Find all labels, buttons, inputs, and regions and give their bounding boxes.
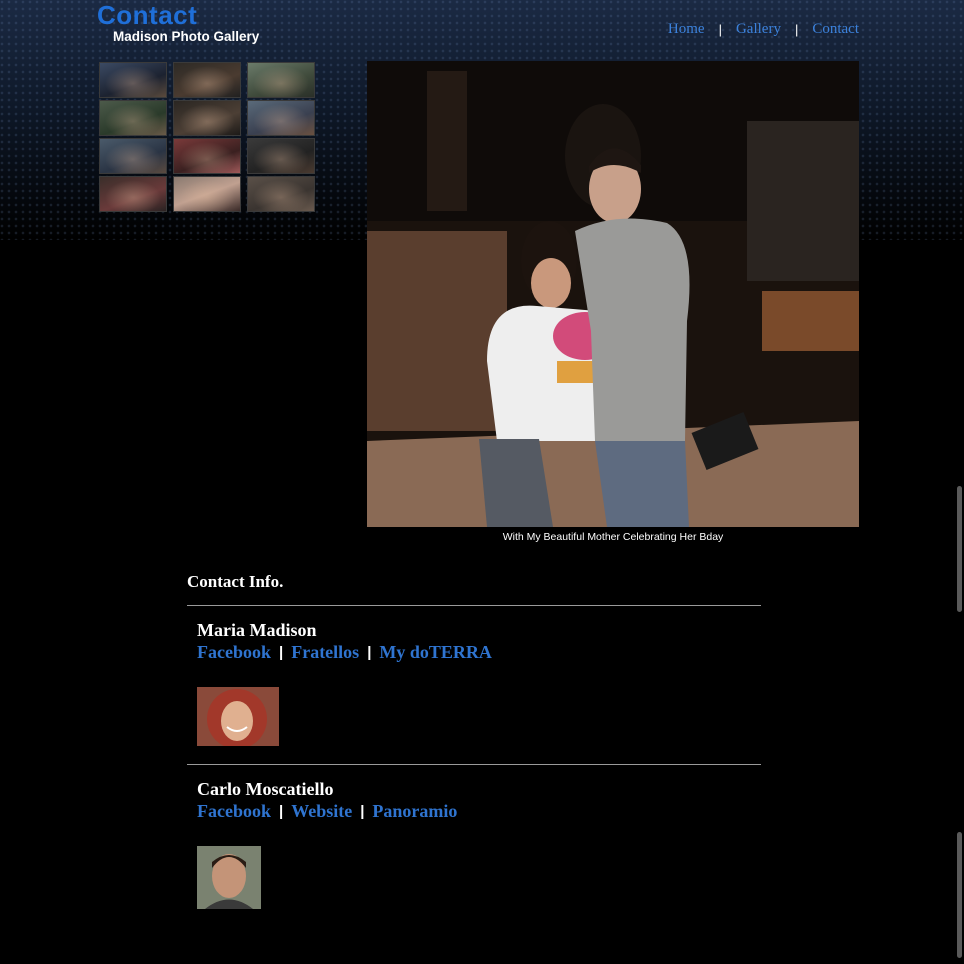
fratellos-link[interactable]: Fratellos (291, 642, 359, 663)
gallery-thumbnail[interactable] (99, 176, 167, 212)
thumbnail-grid (99, 62, 315, 214)
scrollbar-thumb[interactable] (957, 486, 962, 612)
gallery-thumbnail[interactable] (173, 176, 241, 212)
contact-links: Facebook | Website | Panoramio (197, 801, 457, 822)
gallery-thumbnail[interactable] (99, 62, 167, 98)
avatar (197, 846, 261, 909)
main-photo-illustration (367, 61, 859, 527)
gallery-thumbnail[interactable] (99, 138, 167, 174)
photo-caption: With My Beautiful Mother Celebrating Her… (502, 531, 724, 543)
link-separator: | (367, 644, 372, 661)
link-separator: | (279, 644, 284, 661)
facebook-link[interactable]: Facebook (197, 801, 271, 822)
gallery-thumbnail[interactable] (173, 100, 241, 136)
contact-links: Facebook | Fratellos | My doTERRA (197, 642, 492, 663)
website-link[interactable]: Website (291, 801, 352, 822)
gallery-thumbnail[interactable] (173, 62, 241, 98)
divider (187, 605, 761, 606)
doterra-link[interactable]: My doTERRA (379, 642, 492, 663)
avatar-photo (197, 687, 279, 746)
link-separator: | (360, 803, 365, 820)
gallery-thumbnail[interactable] (247, 62, 315, 98)
gallery-thumbnail[interactable] (247, 138, 315, 174)
nav-contact-link[interactable]: Contact (812, 21, 859, 38)
contact-name: Carlo Moscatiello (197, 779, 334, 799)
panoramio-link[interactable]: Panoramio (372, 801, 457, 822)
nav-separator: | (718, 22, 722, 37)
facebook-link[interactable]: Facebook (197, 642, 271, 663)
gallery-thumbnail[interactable] (247, 176, 315, 212)
main-photo (367, 61, 859, 527)
divider (187, 764, 761, 765)
main-nav: Home | Gallery | Contact (668, 21, 859, 38)
page-title: Contact (97, 0, 198, 30)
scrollbar-thumb[interactable] (957, 832, 962, 958)
nav-home-link[interactable]: Home (668, 21, 705, 38)
avatar (197, 687, 279, 746)
link-separator: | (279, 803, 284, 820)
gallery-thumbnail[interactable] (173, 138, 241, 174)
avatar-photo (197, 846, 261, 909)
contact-name: Maria Madison (197, 620, 317, 640)
gallery-thumbnail[interactable] (99, 100, 167, 136)
nav-separator: | (794, 22, 799, 37)
contact-info-heading: Contact Info. (187, 572, 284, 591)
gallery-thumbnail[interactable] (247, 100, 315, 136)
nav-gallery-link[interactable]: Gallery (736, 21, 781, 38)
site-subtitle: Madison Photo Gallery (113, 29, 260, 44)
